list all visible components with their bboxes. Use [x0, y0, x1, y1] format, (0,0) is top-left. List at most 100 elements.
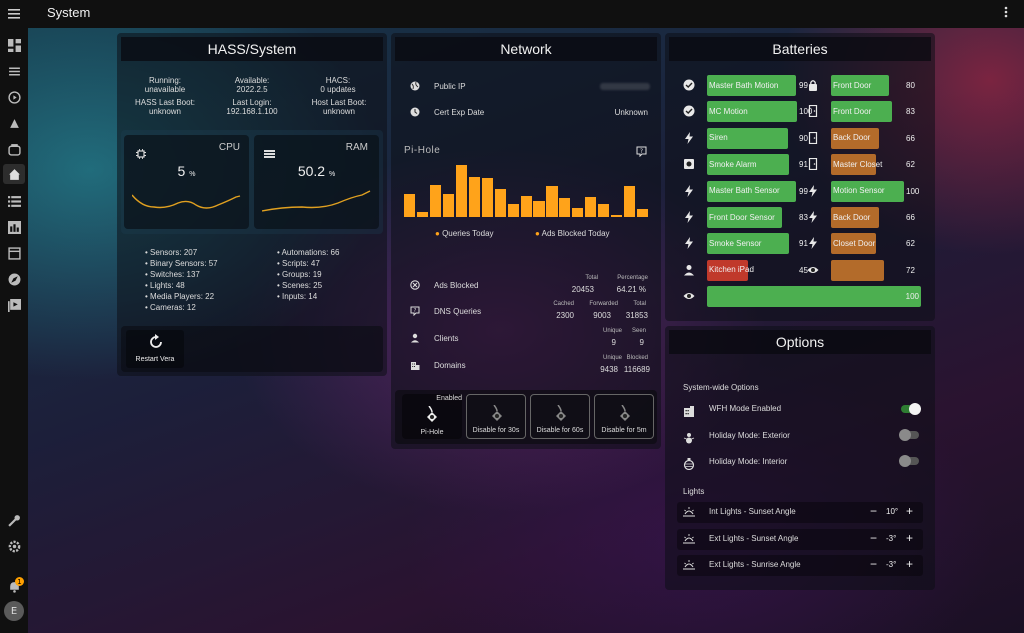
legend-queries: ● Queries Today: [435, 229, 494, 238]
dns-queries-label: DNS Queries: [434, 307, 482, 316]
battery-bar[interactable]: Front Door 80: [831, 75, 915, 96]
hacs-icon[interactable]: [6, 141, 22, 157]
history-icon[interactable]: [6, 219, 22, 235]
cpu-card[interactable]: CPU 5 %: [124, 135, 249, 229]
legend-ads-label: Ads Blocked Today: [541, 229, 610, 238]
map-icon[interactable]: [6, 115, 22, 131]
holiday-interior-toggle[interactable]: [899, 455, 919, 467]
svg-text:?: ?: [640, 148, 643, 155]
battery-bar[interactable]: Front Door Sensor 83: [707, 207, 808, 228]
light-angle-row: Int Lights - Sunset Angle − 10° +: [677, 502, 923, 523]
dns-queries-row: ? DNS Queries Cached 2300 Forwarded 9003…: [406, 301, 652, 326]
dns-h3: Total: [633, 301, 646, 307]
pihole-chart-bar: [520, 195, 532, 217]
host-boot-label: Host Last Boot:: [311, 98, 367, 107]
explore-icon[interactable]: [6, 271, 22, 287]
clients-seen: 9: [639, 338, 644, 347]
holiday-exterior-label: Holiday Mode: Exterior: [709, 431, 790, 440]
pihole-chart-bar: [481, 178, 493, 217]
cpu-label: CPU: [218, 142, 240, 153]
network-card: [391, 33, 661, 449]
logbook-icon[interactable]: [6, 245, 22, 261]
battery-percent: 100: [906, 186, 920, 196]
options-header: Options: [669, 330, 931, 354]
legend-queries-label: Queries Today: [442, 229, 494, 238]
disable-30s-label: Disable for 30s: [472, 427, 520, 434]
more-options-icon[interactable]: [1004, 6, 1008, 22]
increment-button[interactable]: +: [906, 557, 913, 571]
decrement-button[interactable]: −: [870, 531, 877, 545]
media-browser-icon[interactable]: [6, 297, 22, 313]
battery-bar[interactable]: Kitchen iPad 45: [707, 259, 808, 281]
battery-bar[interactable]: Smoke Alarm 91: [707, 154, 808, 176]
media-icon[interactable]: [6, 89, 22, 105]
battery-bar[interactable]: Smoke Sensor 91: [707, 233, 808, 255]
snowman-icon: [683, 429, 695, 448]
avatar[interactable]: E: [4, 601, 24, 621]
battery-name: Kitchen iPad: [709, 265, 754, 275]
decrement-button[interactable]: −: [870, 504, 877, 518]
pihole-chart-bar: [611, 215, 623, 217]
ram-card[interactable]: RAM 50.2 %: [254, 135, 379, 229]
battery-bar[interactable]: Master Bath Motion 99: [707, 75, 808, 96]
pihole-toggle-button[interactable]: Enabled Pi-Hole: [402, 394, 462, 439]
battery-bar[interactable]: Closet Door 62: [831, 233, 915, 255]
last-boot-value: unknown: [148, 107, 182, 116]
stat-binary-sensors: Binary Sensors: 57: [145, 258, 218, 269]
notification-badge: 1: [15, 577, 24, 586]
restart-button[interactable]: Restart Vera: [126, 330, 184, 368]
pihole-info-icon[interactable]: ?: [636, 146, 647, 157]
wfh-mode-toggle[interactable]: [901, 403, 921, 415]
ads-blocked-total: 20453: [571, 285, 594, 294]
battery-bar[interactable]: Back Door 66: [831, 127, 915, 149]
list-icon[interactable]: [6, 193, 22, 209]
increment-button[interactable]: +: [906, 531, 913, 545]
public-ip-row: Public IP: [406, 81, 652, 95]
light-angle-value: -3°: [886, 560, 897, 569]
pihole-chart-bar: [585, 197, 597, 217]
stat-scripts: Scripts: 47: [277, 258, 339, 269]
pihole-chart-bar: [494, 189, 506, 217]
light-angle-label: Ext Lights - Sunset Angle: [709, 533, 799, 543]
disable-30s-button[interactable]: Disable for 30s: [466, 394, 526, 439]
last-login-info: Last Login: 192.168.1.100: [214, 98, 290, 116]
stat-inputs: Inputs: 14: [277, 291, 339, 302]
increment-button[interactable]: +: [906, 504, 913, 518]
domains-h1: Unique: [602, 355, 622, 361]
menu-icon[interactable]: [0, 0, 28, 28]
cpu-value-wrap: 5 %: [124, 163, 249, 179]
smoke-detector-icon: [683, 158, 695, 170]
block-icon: [410, 280, 420, 290]
developer-tools-icon[interactable]: [6, 512, 22, 528]
settings-icon[interactable]: [6, 538, 22, 554]
battery-bar[interactable]: Master Closet 62: [831, 154, 915, 176]
battery-bar[interactable]: Siren 90: [707, 127, 808, 149]
lightning-icon: [683, 131, 695, 144]
pihole-chart-bar: [468, 177, 480, 217]
battery-bar[interactable]: Master Bath Sensor 99: [707, 180, 808, 202]
battery-bar[interactable]: MC Motion 100: [707, 101, 812, 123]
decrement-button[interactable]: −: [870, 557, 877, 571]
battery-bar[interactable]: Front Door 83: [831, 101, 915, 123]
pihole-chart-bar: [442, 194, 454, 217]
pihole-logo-icon: [556, 405, 566, 421]
pihole-logo-icon: [427, 406, 437, 422]
energy-icon[interactable]: [6, 63, 22, 79]
stat-groups: Groups: 19: [277, 269, 339, 280]
battery-percent: 66: [906, 133, 915, 143]
ads-blocked-row: Ads Blocked Total 20453 Percentage 64.21…: [406, 275, 652, 300]
office-building-icon: [683, 402, 695, 421]
holiday-exterior-toggle[interactable]: [899, 429, 919, 441]
disable-60s-button[interactable]: Disable for 60s: [530, 394, 590, 439]
dashboard-icon[interactable]: [6, 37, 22, 53]
battery-bar[interactable]: 100: [707, 286, 921, 308]
battery-bar[interactable]: 72: [831, 259, 915, 281]
disable-5m-button[interactable]: Disable for 5m: [594, 394, 654, 439]
ram-value-wrap: 50.2 %: [254, 163, 379, 179]
home-icon[interactable]: [3, 164, 25, 184]
battery-bar[interactable]: Motion Sensor 100: [831, 180, 919, 202]
battery-bar[interactable]: Back Door 66: [831, 207, 915, 228]
battery-percent: 62: [906, 239, 915, 249]
last-boot-info: HASS Last Boot: unknown: [126, 98, 204, 116]
check-circle-icon: [683, 79, 695, 91]
